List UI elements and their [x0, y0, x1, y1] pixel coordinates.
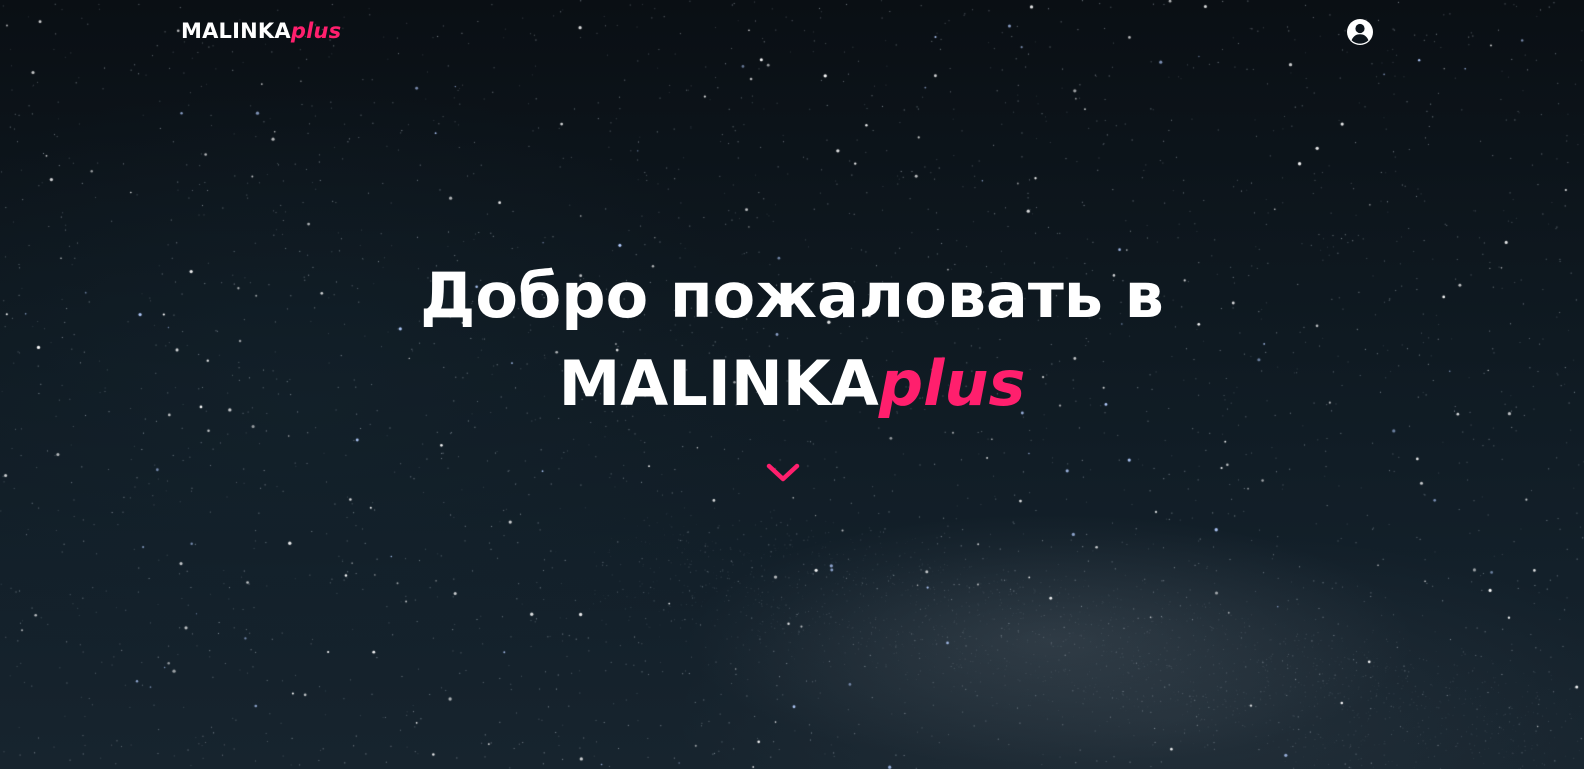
- hero-section: MALINKAplus Добро пожаловать в MALINKApl…: [0, 0, 1584, 769]
- logo-text-main: MALINKA: [181, 19, 291, 43]
- heading-brand-main: MALINKA: [558, 347, 879, 420]
- user-circle-icon[interactable]: [1346, 18, 1374, 46]
- top-navigation-bar: MALINKAplus: [0, 0, 1584, 64]
- scroll-down-graphic: [766, 463, 800, 482]
- welcome-heading-brand: MALINKAplus: [0, 340, 1584, 428]
- account-icon-graphic: [1347, 19, 1373, 45]
- chevron-down-icon[interactable]: [764, 460, 802, 486]
- heading-brand-accent: plus: [878, 347, 1026, 420]
- logo-text-accent: plus: [290, 19, 342, 43]
- site-logo[interactable]: MALINKAplus: [181, 16, 341, 46]
- welcome-heading-line1: Добро пожаловать в: [420, 259, 1164, 332]
- welcome-heading: Добро пожаловать в MALINKAplus: [0, 252, 1584, 428]
